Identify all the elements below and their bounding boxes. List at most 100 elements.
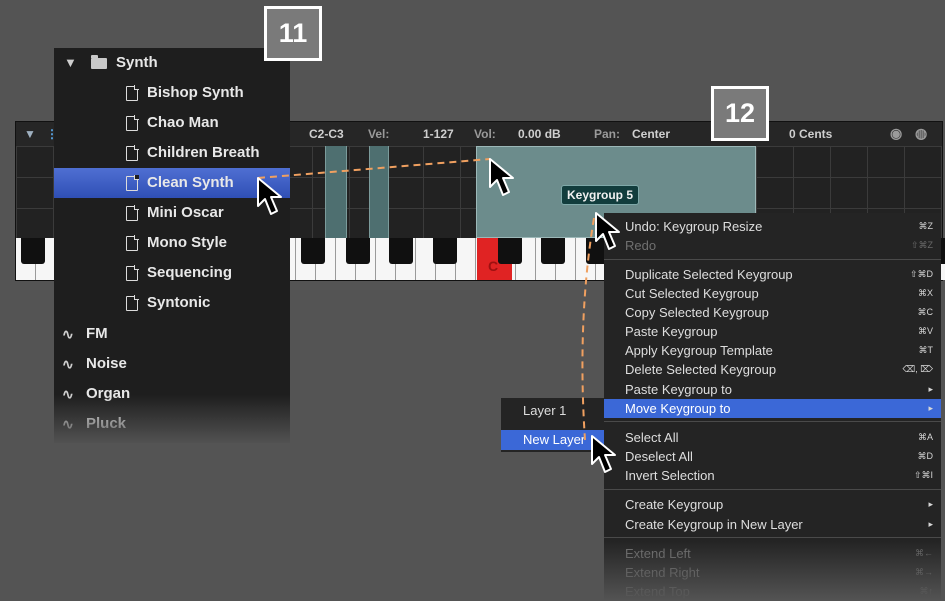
keygroup-label: Keygroup 5 — [561, 185, 640, 205]
submenu-item[interactable]: New Layer — [501, 430, 604, 450]
range-value[interactable]: C2-C3 — [309, 127, 344, 141]
file-label: Syntonic — [147, 294, 211, 311]
menu-shortcut: ▸ — [928, 403, 933, 413]
move-to-submenu: Layer 1 New Layer — [501, 398, 604, 452]
menu-item[interactable]: Copy Selected Keygroup ⌘C — [604, 303, 941, 322]
menu-shortcut: ⌘A — [917, 432, 933, 442]
menu-item[interactable]: Apply Keygroup Template ⌘T — [604, 341, 941, 360]
keygroup-bar[interactable] — [325, 146, 347, 238]
menu-item-label: Paste Keygroup to — [625, 382, 732, 397]
menu-shortcut: ⌘C — [917, 307, 934, 317]
menu-shortcut: ⇧⌘I — [913, 470, 933, 480]
category-label: Noise — [86, 355, 127, 372]
menu-shortcut: ⌘X — [917, 288, 933, 298]
file-item[interactable]: Mono Style — [54, 228, 290, 258]
document-icon — [126, 265, 139, 281]
menu-item-label: Duplicate Selected Keygroup — [625, 267, 793, 282]
menu-item-label: Create Keygroup — [625, 497, 724, 512]
file-label: Bishop Synth — [147, 84, 244, 101]
waveform-icon: ∿ — [62, 326, 74, 342]
black-key[interactable] — [301, 238, 325, 264]
menu-item-label: Apply Keygroup Template — [625, 343, 773, 358]
menu-item-label: Delete Selected Keygroup — [625, 362, 777, 377]
submenu-item-label: Layer 1 — [523, 403, 567, 418]
menu-item-label: Move Keygroup to — [625, 401, 731, 416]
file-item[interactable]: Syntonic — [54, 288, 290, 318]
menu-item-label: Cut Selected Keygroup — [625, 286, 759, 301]
menu-item[interactable]: Delete Selected Keygroup ⌫, ⌦ — [604, 360, 941, 379]
menu-item[interactable]: Move Keygroup to ▸ — [604, 399, 941, 418]
black-key[interactable] — [541, 238, 565, 264]
menu-separator — [604, 489, 941, 490]
file-label: Children Breath — [147, 144, 260, 161]
menu-item[interactable]: Duplicate Selected Keygroup ⇧⌘D — [604, 265, 941, 284]
menu-shortcut: ⌘Z — [918, 221, 934, 231]
file-item[interactable]: Children Breath — [54, 138, 290, 168]
menu-item[interactable]: Invert Selection ⇧⌘I — [604, 466, 941, 485]
menu-item-label: Copy Selected Keygroup — [625, 305, 769, 320]
menu-item[interactable]: Deselect All ⌘D — [604, 447, 941, 466]
menu-item-label: Redo — [625, 238, 657, 253]
menu-item[interactable]: Select All ⌘A — [604, 428, 941, 447]
waveform-icon: ∿ — [62, 356, 74, 372]
menu-shortcut: ▸ — [928, 499, 933, 509]
menu-item[interactable]: Undo: Keygroup Resize ⌘Z — [604, 217, 941, 236]
browser-panel: ▼ Synth Bishop Synth Chao Man Children Bre… — [54, 48, 290, 443]
file-item[interactable]: Bishop Synth — [54, 78, 290, 108]
category-item[interactable]: ∿ FM — [54, 319, 290, 349]
disclosure-triangle-icon[interactable]: ▼ — [64, 48, 77, 78]
folder-synth[interactable]: ▼ Synth — [54, 48, 290, 78]
key-note-label: C — [488, 258, 499, 274]
white-key[interactable] — [456, 238, 476, 280]
submenu-item[interactable]: Layer 1 — [501, 401, 604, 421]
pan-value[interactable]: Center — [632, 127, 670, 141]
menu-item-label: Undo: Keygroup Resize — [625, 219, 763, 234]
volume-value[interactable]: 0.00 dB — [518, 127, 561, 141]
menu-item[interactable]: Create Keygroup ▸ — [604, 495, 941, 514]
menu-shortcut: ⇧⌘D — [909, 269, 933, 279]
file-label: Mini Oscar — [147, 204, 224, 221]
menu-item-label: Select All — [625, 430, 679, 445]
knob-icon[interactable]: ◍ — [915, 125, 927, 142]
document-icon — [126, 205, 139, 221]
file-item[interactable]: Sequencing — [54, 258, 290, 288]
eye-icon[interactable]: ◉ — [890, 125, 902, 142]
menu-item-label: Invert Selection — [625, 468, 715, 483]
category-label: FM — [86, 325, 108, 342]
menu-item-label: Paste Keygroup — [625, 324, 718, 339]
keygroup-bar[interactable] — [369, 146, 389, 238]
black-key[interactable] — [433, 238, 457, 264]
folder-label: Synth — [116, 54, 158, 71]
callout-badge: 11 — [264, 6, 322, 61]
document-icon — [126, 235, 139, 251]
submenu-item-label: New Layer — [523, 432, 586, 447]
folder-icon — [91, 55, 107, 69]
menu-item[interactable]: Paste Keygroup ⌘V — [604, 322, 941, 341]
document-icon — [126, 175, 139, 191]
black-key[interactable] — [389, 238, 413, 264]
document-icon — [126, 145, 139, 161]
velocity-value[interactable]: 1-127 — [423, 127, 454, 141]
category-item[interactable]: ∿ Noise — [54, 349, 290, 379]
menu-shortcut: ⇧⌘Z — [910, 240, 933, 250]
file-item[interactable]: Mini Oscar — [54, 198, 290, 228]
file-item[interactable]: Clean Synth — [54, 168, 290, 198]
menu-item[interactable]: Cut Selected Keygroup ⌘X — [604, 284, 941, 303]
collapse-triangle-icon[interactable]: ▼ — [24, 127, 36, 141]
black-key[interactable] — [346, 238, 370, 264]
black-key[interactable] — [498, 238, 522, 264]
black-key[interactable] — [21, 238, 45, 264]
menu-item[interactable]: Create Keygroup in New Layer ▸ — [604, 515, 941, 534]
tune-cents-value[interactable]: 0 Cents — [789, 127, 832, 141]
pan-label: Pan: — [594, 127, 621, 141]
menu-separator — [604, 421, 941, 422]
file-item[interactable]: Chao Man — [54, 108, 290, 138]
volume-label: Vol: — [474, 127, 496, 141]
document-icon — [126, 85, 139, 101]
menu-shortcut: ⌘T — [918, 345, 934, 355]
menu-item[interactable]: Paste Keygroup to ▸ — [604, 380, 941, 399]
menu-shortcut: ▸ — [928, 384, 933, 394]
menu-shortcut: ⌘V — [917, 326, 933, 336]
document-icon — [126, 295, 139, 311]
document-icon — [126, 115, 139, 131]
